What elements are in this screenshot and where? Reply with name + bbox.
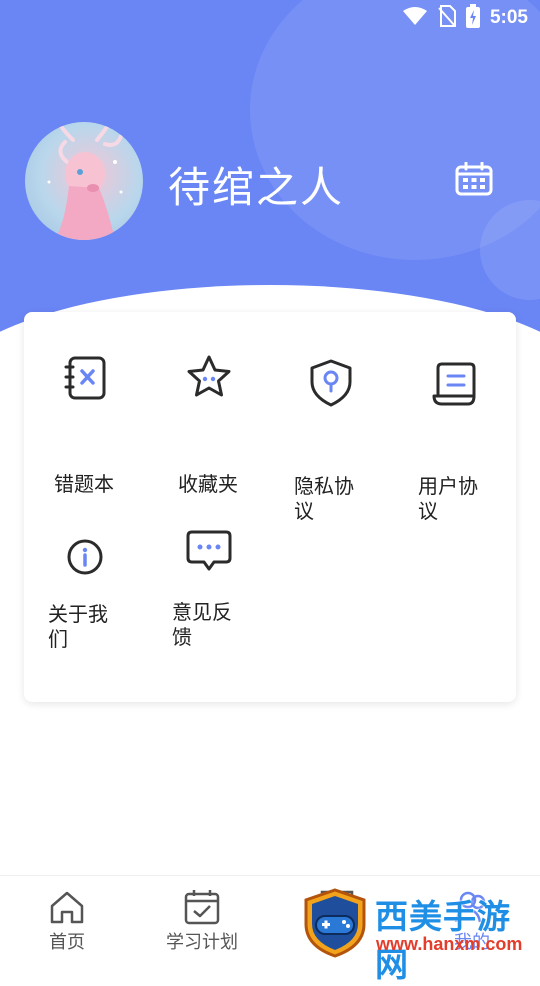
status-time: 5:05 xyxy=(489,7,528,28)
home-icon xyxy=(48,888,86,926)
menu-item-label: 隐私协议 xyxy=(294,474,354,523)
chat-bubble-icon xyxy=(184,526,234,576)
menu-card: 错题本 收藏夹 隐私协议 用户协议 关于我们 意见反馈 xyxy=(24,312,516,702)
calendar-check-icon xyxy=(183,888,221,926)
menu-item-label: 用户协议 xyxy=(418,474,478,523)
menu-item-feedback[interactable]: 意见反馈 xyxy=(172,530,284,672)
document-icon xyxy=(430,358,480,408)
tab-home[interactable]: 首页 xyxy=(12,876,122,961)
deer-avatar-illustration xyxy=(47,122,123,240)
info-icon xyxy=(60,532,110,582)
menu-item-privacy-policy[interactable]: 隐私协议 xyxy=(294,352,404,523)
username: 待绾之人 xyxy=(168,163,345,212)
menu-item-label: 收藏夹 xyxy=(178,472,238,496)
menu-item-label: 错题本 xyxy=(54,472,114,496)
site-watermark: 西美手游网 www.hanxm.com xyxy=(300,888,540,984)
shield-icon xyxy=(306,358,356,408)
avatar[interactable] xyxy=(25,122,143,240)
wrong-notebook-icon xyxy=(60,352,110,402)
menu-item-favorites[interactable]: 收藏夹 xyxy=(174,352,284,496)
gamepad-shield-logo-icon xyxy=(304,888,366,958)
menu-item-label: 意见反馈 xyxy=(172,600,232,649)
tab-study-plan[interactable]: 学习计划 xyxy=(147,876,257,961)
status-bar: 5:05 xyxy=(0,0,540,36)
calendar-icon[interactable] xyxy=(455,161,493,196)
no-sim-icon xyxy=(438,5,456,31)
wifi-icon xyxy=(402,6,428,30)
menu-item-wrong-notebook[interactable]: 错题本 xyxy=(50,352,160,496)
star-icon xyxy=(184,352,234,402)
battery-charging-icon xyxy=(465,4,480,32)
tab-label: 学习计划 xyxy=(166,932,238,953)
menu-item-label: 关于我们 xyxy=(48,602,108,651)
menu-item-about-us[interactable]: 关于我们 xyxy=(48,532,160,672)
menu-item-user-agreement[interactable]: 用户协议 xyxy=(416,352,526,523)
tab-label: 首页 xyxy=(49,932,85,953)
watermark-url: www.hanxm.com xyxy=(376,934,523,954)
